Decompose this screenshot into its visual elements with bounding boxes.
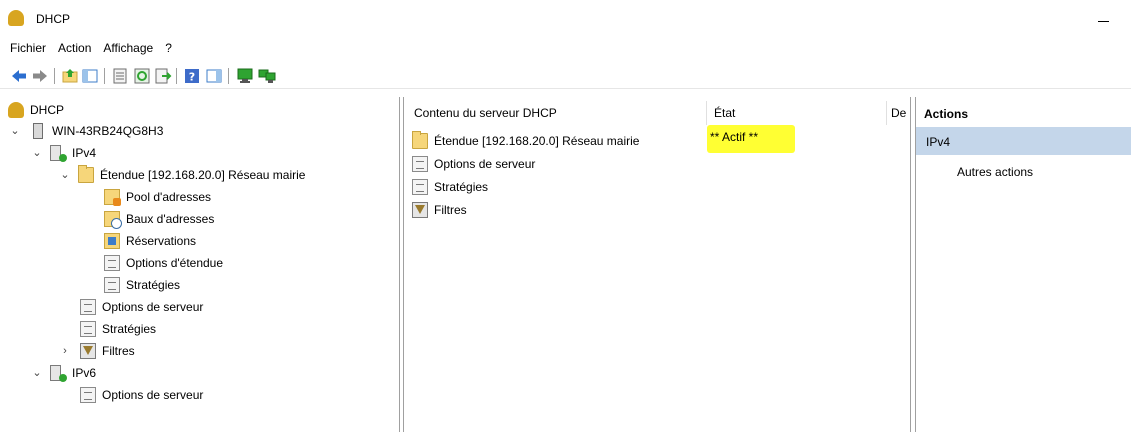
refresh-icon[interactable] (133, 67, 151, 85)
actions-header: Actions (924, 107, 969, 121)
server-options-icon (412, 156, 428, 172)
window-title: DHCP (36, 12, 71, 26)
policies-icon (412, 179, 428, 195)
chevron-down-icon[interactable]: ⌄ (58, 168, 72, 182)
toolbar-separator (54, 68, 55, 84)
minimize-button[interactable] (1090, 8, 1120, 30)
column-divider[interactable] (706, 101, 707, 125)
column-header-description[interactable]: De (891, 106, 906, 124)
reservations-icon (104, 232, 120, 249)
column-header-contents[interactable]: Contenu du serveur DHCP (414, 106, 557, 124)
tree-item-address-leases[interactable]: Baux d'adresses (104, 208, 214, 229)
ipv6-icon (50, 364, 67, 382)
tree-item-policies[interactable]: Stratégies (80, 318, 156, 339)
chevron-down-icon[interactable]: ⌄ (30, 146, 44, 160)
server-options-icon (80, 298, 96, 315)
tree-item-server-options[interactable]: Options de serveur (80, 296, 203, 317)
list-item[interactable]: Étendue [192.168.20.0] Réseau mairie (412, 131, 639, 151)
tree-item-filters[interactable]: › Filtres (58, 340, 135, 361)
menu-affichage[interactable]: Affichage (97, 38, 159, 58)
dhcp-icon (8, 101, 24, 118)
scope-state-cell: ** Actif ** (707, 125, 795, 153)
toolbar-separator (228, 68, 229, 84)
monitors-icon[interactable] (258, 67, 276, 85)
up-folder-icon[interactable] (61, 67, 79, 85)
tree-item-scope-options[interactable]: Options d'étendue (104, 252, 223, 273)
more-actions-link[interactable]: Autres actions (957, 165, 1033, 179)
menu-bar: Fichier Action Affichage ? (0, 38, 1131, 60)
column-header-state[interactable]: État (714, 106, 735, 124)
actions-section-ipv4[interactable]: IPv4 (916, 127, 1131, 155)
list-item[interactable]: Filtres (412, 200, 467, 220)
server-options-icon (80, 386, 96, 403)
tree-item-ipv6[interactable]: ⌄ IPv6 (30, 362, 96, 383)
filter-icon (412, 202, 428, 218)
tree-item-scope[interactable]: ⌄ Étendue [192.168.20.0] Réseau mairie (58, 164, 305, 185)
show-hide-action-pane-icon[interactable] (205, 67, 223, 85)
actions-pane: Actions IPv4 Autres actions (915, 97, 1131, 432)
chevron-down-icon[interactable]: ⌄ (8, 124, 22, 138)
policies-icon (80, 320, 96, 337)
results-pane: Contenu du serveur DHCP État De ** Actif… (403, 97, 911, 432)
toolbar-separator (176, 68, 177, 84)
console-tree: DHCP ⌄ WIN-43RB24QG8H3 ⌄ IPv4 ⌄ Étendue … (0, 97, 400, 432)
show-hide-tree-icon[interactable] (81, 67, 99, 85)
policies-icon (104, 276, 120, 293)
toolbar-separator (104, 68, 105, 84)
toolbar: ? (0, 63, 1131, 89)
forward-arrow-icon[interactable] (31, 67, 49, 85)
tree-item-ipv4[interactable]: ⌄ IPv4 (30, 142, 96, 163)
properties-icon[interactable] (111, 67, 129, 85)
folder-icon (412, 131, 428, 149)
address-leases-icon (104, 210, 122, 229)
tree-item-server[interactable]: ⌄ WIN-43RB24QG8H3 (8, 120, 163, 141)
server-icon (33, 122, 43, 139)
tree-item-ipv6-server-options[interactable]: Options de serveur (80, 384, 203, 405)
filter-icon (80, 342, 96, 359)
list-item[interactable]: Options de serveur (412, 154, 535, 174)
menu-help[interactable]: ? (159, 38, 178, 58)
monitor-icon[interactable] (236, 67, 254, 85)
tree-item-scope-policies[interactable]: Stratégies (104, 274, 180, 295)
back-arrow-icon[interactable] (10, 67, 28, 85)
svg-text:?: ? (189, 71, 195, 84)
tree-item-address-pool[interactable]: Pool d'adresses (104, 186, 211, 207)
chevron-right-icon[interactable]: › (58, 344, 72, 358)
title-bar: DHCP (0, 0, 1131, 38)
folder-icon (78, 164, 94, 183)
scope-options-icon (104, 254, 120, 271)
chevron-down-icon[interactable]: ⌄ (30, 366, 44, 380)
address-pool-icon (104, 188, 121, 206)
column-divider[interactable] (886, 101, 887, 125)
dhcp-app-icon (8, 10, 24, 26)
tree-item-dhcp[interactable]: DHCP (8, 99, 64, 120)
menu-action[interactable]: Action (52, 38, 97, 58)
menu-fichier[interactable]: Fichier (0, 38, 52, 58)
tree-item-reservations[interactable]: Réservations (104, 230, 196, 251)
ipv4-icon (50, 144, 67, 162)
help-icon[interactable]: ? (183, 67, 201, 85)
list-item[interactable]: Stratégies (412, 177, 488, 197)
export-list-icon[interactable] (154, 67, 172, 85)
